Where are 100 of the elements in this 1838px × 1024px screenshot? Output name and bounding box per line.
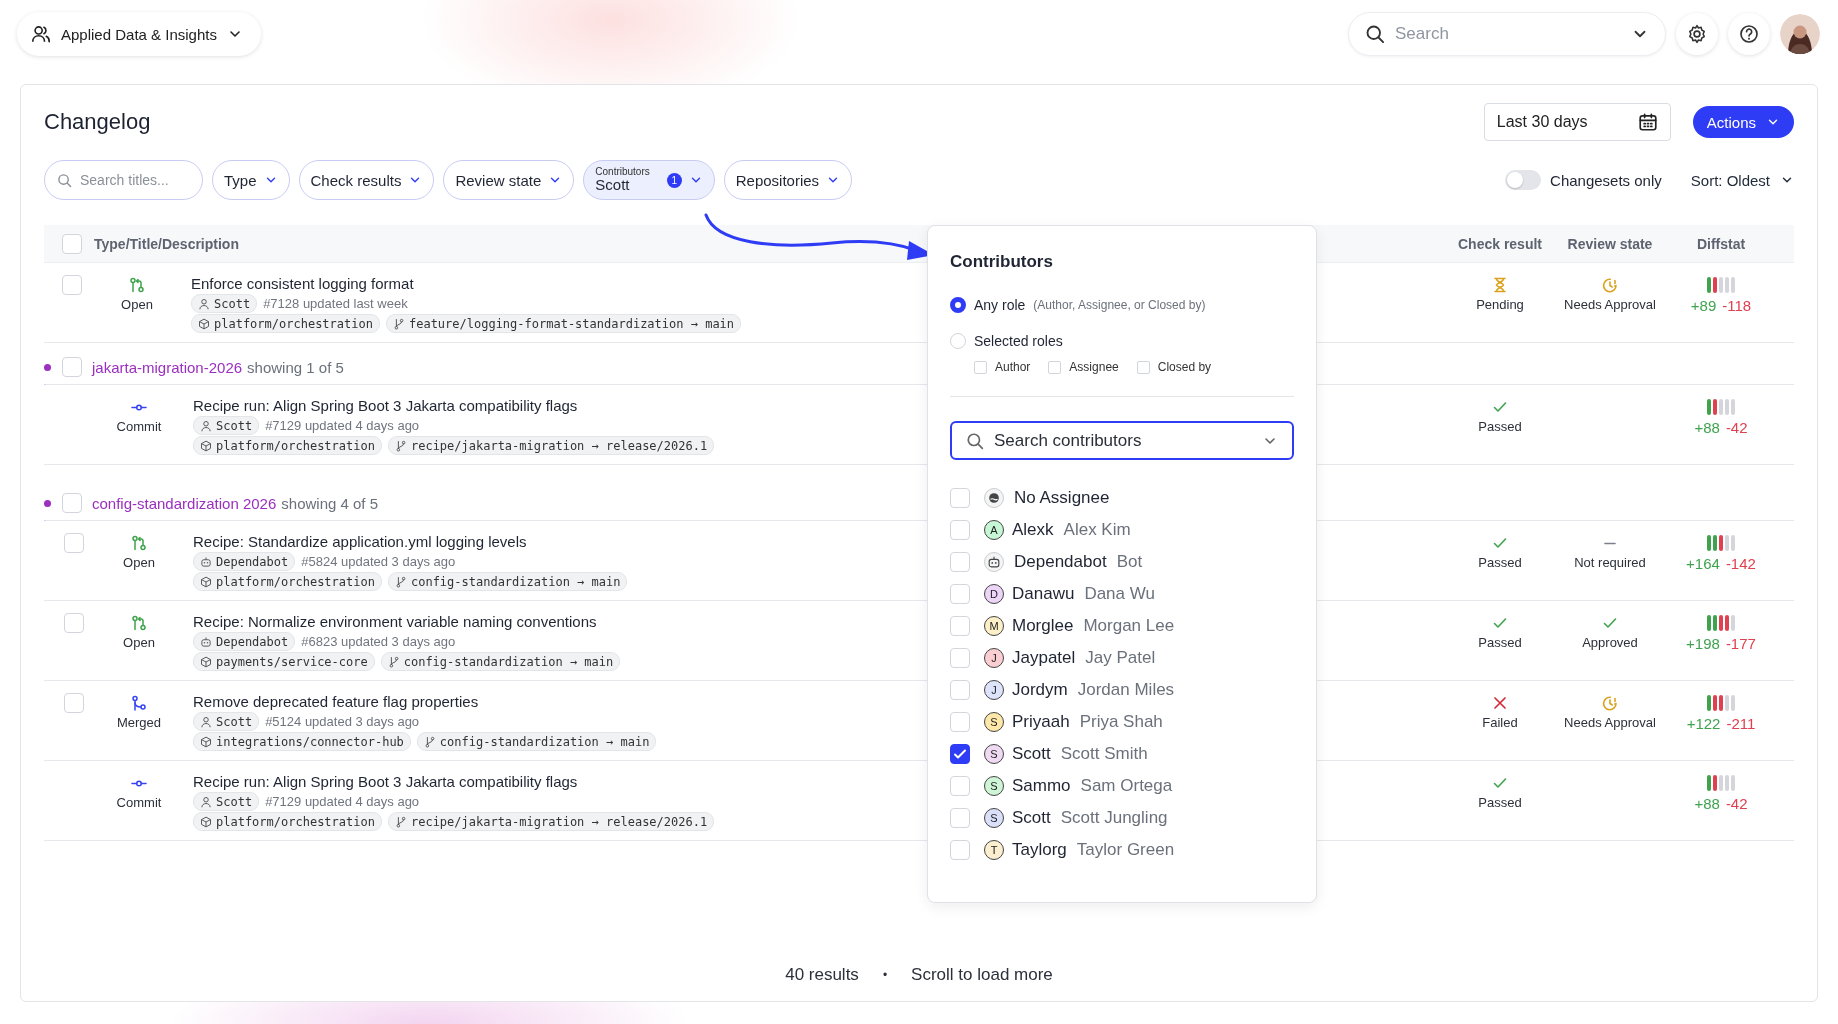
filter-dropdown[interactable]: Contributors Scott 1 (583, 160, 715, 200)
contributor-name: Taylor Green (1076, 840, 1175, 860)
row-meta: #7129 updated 4 days ago (265, 418, 420, 433)
diffstat-bars (1707, 277, 1735, 293)
row-meta: #7129 updated 4 days ago (265, 794, 420, 809)
cube-icon (200, 815, 212, 828)
contributor-name: Scott Smith (1060, 744, 1148, 764)
contributor-option[interactable]: Dependabot Bot (950, 546, 1294, 578)
branch-icon (394, 815, 407, 828)
contributor-name: Jordan Miles (1077, 680, 1175, 700)
group-summary: showing 4 of 5 (281, 494, 379, 512)
author-tag: Dependabot (193, 632, 296, 651)
contributor-name: Dana Wu (1084, 584, 1155, 604)
search-input[interactable]: Search contributors (994, 430, 1252, 451)
status-label: Passed (1478, 419, 1522, 434)
pull-request-icon (131, 535, 147, 551)
row-title[interactable]: Recipe: Standardize application.yml logging levels (193, 533, 527, 551)
author-tag: Scott (193, 792, 260, 811)
hourglass-icon (1492, 277, 1508, 293)
branch-icon (394, 575, 407, 588)
diffstat-bars (1707, 535, 1735, 551)
type-label: Commit (116, 795, 162, 810)
count-badge: 1 (666, 172, 682, 188)
checkbox[interactable] (950, 744, 970, 764)
contributor-option[interactable]: S Scott Scott Jungling (950, 802, 1294, 834)
lines-added: +122 (1686, 715, 1721, 732)
commit-icon (131, 403, 147, 411)
page-title: Changelog (44, 109, 151, 135)
robot-icon (200, 555, 212, 568)
lines-added: +88 (1694, 795, 1720, 812)
diffstat-bars (1707, 695, 1735, 711)
search-input[interactable]: Search titles... (80, 172, 190, 188)
repository-tag: integrations/connector-hub (193, 732, 411, 751)
row-title[interactable]: Enforce consistent logging format (191, 275, 414, 293)
branch-tag: recipe/jakarta-migration → release/2026.1 (387, 436, 715, 455)
search-input[interactable]: Search (1395, 24, 1621, 44)
lines-removed: -42 (1725, 419, 1748, 436)
contributor-option[interactable]: S Sammo Sam Ortega (950, 770, 1294, 802)
user-avatar[interactable] (1780, 14, 1820, 54)
contributor-option[interactable]: No Assignee (950, 482, 1294, 514)
sort-dropdown[interactable]: Sort: Oldest (1690, 171, 1794, 189)
search-icon (57, 172, 72, 188)
contributor-option[interactable]: M Morglee Morgan Lee (950, 610, 1294, 642)
row-title[interactable]: Recipe: Normalize environment variable naming conventions (193, 613, 597, 631)
group-link[interactable]: config-standardization 2026 (92, 494, 277, 512)
status-label: Needs Approval (1564, 715, 1656, 730)
repository-tag: platform/orchestration (193, 436, 382, 455)
contributor-handle: Jordym (1012, 680, 1068, 700)
avatar-initial: M (984, 616, 1004, 636)
person-icon (200, 795, 212, 808)
settings-button[interactable] (1676, 13, 1718, 55)
commit-icon (131, 779, 147, 787)
status-label: Needs Approval (1564, 297, 1656, 312)
help-button[interactable] (1728, 13, 1770, 55)
contributor-option[interactable]: J Jaypatel Jay Patel (950, 642, 1294, 674)
row-meta: #6823 updated 3 days ago (301, 634, 456, 649)
diffstat-bars (1707, 775, 1735, 791)
role-checkbox[interactable]: Closed by (1136, 360, 1212, 374)
status-label: Approved (1582, 635, 1638, 650)
lines-added: +164 (1686, 555, 1720, 572)
branch-icon (392, 317, 405, 330)
contributor-option[interactable]: S Priyaah Priya Shah (950, 706, 1294, 738)
column-header: Diffstat (1695, 235, 1747, 252)
contributor-name: Morgan Lee (1083, 616, 1175, 636)
avatar-initial: D (984, 584, 1004, 604)
lines-removed: -42 (1725, 795, 1748, 812)
lines-added: +88 (1694, 419, 1720, 436)
radio-button[interactable] (950, 297, 966, 313)
pull-request-icon (131, 615, 147, 631)
actions-button[interactable]: Actions (1692, 106, 1794, 138)
type-label: Merged (116, 715, 162, 730)
lines-added: +89 (1690, 297, 1717, 314)
group-link[interactable]: jakarta-migration-2026 (92, 358, 243, 376)
diffstat-bars (1707, 399, 1735, 415)
contributor-handle: Sammo (1012, 776, 1071, 796)
cube-icon (198, 317, 210, 330)
contributor-name: Sam Ortega (1080, 776, 1173, 796)
status-label: Pending (1476, 297, 1524, 312)
check-icon (1492, 775, 1508, 791)
row-title[interactable]: Recipe run: Align Spring Boot 3 Jakarta compatibility flags (193, 773, 578, 791)
branch-icon (394, 439, 407, 452)
lines-added: +198 (1686, 635, 1720, 652)
repository-tag: payments/service-core (193, 652, 375, 671)
search-field[interactable]: Search contributors (950, 421, 1294, 460)
row-title[interactable]: Recipe run: Align Spring Boot 3 Jakarta compatibility flags (193, 397, 578, 415)
author-tag: Scott (191, 294, 258, 313)
team-selector[interactable]: Applied Data & Insights (17, 12, 261, 56)
contributor-name: Scott Jungling (1060, 808, 1168, 828)
role-checkbox[interactable]: Assignee (1048, 360, 1119, 374)
role-option[interactable]: Any role (Author, Assignee, or Closed by) (950, 294, 1294, 316)
row-title[interactable]: Remove deprecated feature flag properties (193, 693, 479, 711)
calendar-icon (1637, 112, 1658, 132)
toggle-switch[interactable] (1505, 170, 1542, 190)
group-dot (44, 364, 51, 371)
type-label: Open (123, 555, 155, 570)
contributor-name: Alex Kim (1063, 520, 1131, 540)
date-range-picker[interactable]: Last 30 days (1483, 103, 1671, 141)
separator-dot: • (882, 967, 888, 984)
people-icon (31, 24, 51, 44)
role-checkbox[interactable]: Author (974, 360, 1031, 374)
